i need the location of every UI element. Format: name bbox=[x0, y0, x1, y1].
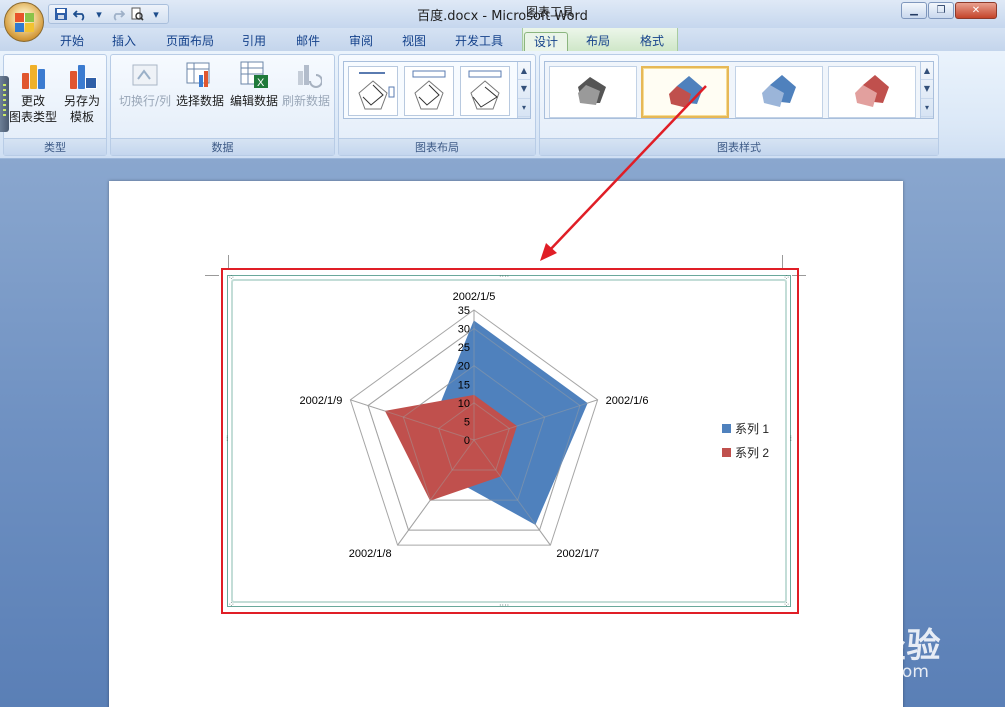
svg-text:X: X bbox=[257, 77, 265, 89]
tab-format[interactable]: 格式 bbox=[632, 32, 672, 51]
chart-layout-group-label: 图表布局 bbox=[339, 138, 535, 155]
chart-style-group-label: 图表样式 bbox=[540, 138, 938, 155]
close-icon[interactable]: ✕ bbox=[955, 2, 997, 19]
tab-home[interactable]: 开始 bbox=[52, 32, 92, 51]
tab-insert[interactable]: 插入 bbox=[104, 32, 144, 51]
style-gallery-more-icon[interactable]: ▾ bbox=[921, 99, 933, 118]
ribbon-tabs: 开始 插入 页面布局 引用 邮件 审阅 视图 开发工具 设计 布局 格式 bbox=[0, 28, 1005, 51]
chart-style-selected[interactable] bbox=[641, 66, 729, 118]
style-gallery-scroll[interactable]: ▲ ▼ ▾ bbox=[920, 62, 933, 118]
tab-mailings[interactable]: 邮件 bbox=[288, 32, 328, 51]
chart-tools-title: 图表工具 bbox=[526, 5, 575, 19]
select-data-button[interactable]: 选择数据 bbox=[173, 59, 227, 109]
save-template-label-1: 另存为 bbox=[63, 94, 100, 108]
chart-style-gallery: ▲ ▼ ▾ bbox=[544, 61, 934, 119]
tab-design[interactable]: 设计 bbox=[524, 32, 568, 51]
save-icon[interactable] bbox=[53, 6, 69, 22]
switch-row-column-label: 切换行/列 bbox=[118, 94, 172, 108]
watermark-brand-cn: 经验 bbox=[871, 626, 942, 666]
refresh-data-icon bbox=[290, 59, 323, 91]
type-group-label: 类型 bbox=[4, 138, 106, 155]
edit-data-button[interactable]: X 编辑数据 bbox=[227, 59, 281, 109]
refresh-data-button[interactable]: 刷新数据 bbox=[279, 59, 333, 109]
title-bar: 百度.docx - Microsoft Word 图表工具 ▾ ▾ ▁ ❐ ✕ bbox=[0, 0, 1005, 28]
gallery-more-icon[interactable]: ▾ bbox=[518, 99, 530, 118]
restore-icon[interactable]: ❐ bbox=[928, 2, 954, 19]
chart-style-gray[interactable] bbox=[549, 66, 637, 118]
save-template-icon bbox=[66, 59, 98, 91]
tab-developer[interactable]: 开发工具 bbox=[446, 32, 512, 51]
sidebar-grip[interactable] bbox=[0, 76, 9, 132]
redo-icon[interactable] bbox=[110, 6, 126, 22]
change-chart-type-button[interactable]: 更改 图表类型 bbox=[8, 59, 58, 125]
change-chart-type-label-2: 图表类型 bbox=[8, 110, 57, 124]
switch-row-column-icon bbox=[129, 59, 161, 91]
undo-icon[interactable] bbox=[72, 6, 88, 22]
scroll-up-icon[interactable]: ▲ bbox=[518, 62, 530, 81]
customize-toolbar-icon[interactable]: ▾ bbox=[148, 6, 164, 22]
data-group-label: 数据 bbox=[111, 138, 334, 155]
edit-data-icon: X bbox=[238, 59, 270, 91]
crop-mark bbox=[205, 275, 219, 276]
select-data-label: 选择数据 bbox=[175, 94, 224, 108]
switch-row-column-button[interactable]: 切换行/列 bbox=[115, 59, 175, 109]
office-logo-icon bbox=[15, 13, 35, 33]
save-as-template-button[interactable]: 另存为 模板 bbox=[58, 59, 106, 125]
refresh-data-label: 刷新数据 bbox=[281, 94, 330, 108]
tab-layout[interactable]: 布局 bbox=[578, 32, 618, 51]
print-preview-icon[interactable] bbox=[129, 6, 145, 22]
office-button[interactable] bbox=[4, 2, 44, 42]
style-scroll-up-icon[interactable]: ▲ bbox=[921, 62, 933, 81]
minimize-icon[interactable]: ▁ bbox=[901, 2, 927, 19]
tab-review[interactable]: 审阅 bbox=[341, 32, 381, 51]
chart-layout-3[interactable] bbox=[460, 66, 510, 116]
save-template-label-2: 模板 bbox=[69, 110, 94, 124]
crop-mark bbox=[228, 255, 229, 269]
chart-highlight-box bbox=[221, 268, 799, 614]
tab-page-layout[interactable]: 页面布局 bbox=[158, 32, 222, 51]
chart-style-blue[interactable] bbox=[735, 66, 823, 118]
chart-layout-group: ▲ ▼ ▾ 图表布局 bbox=[338, 54, 536, 156]
edit-data-label: 编辑数据 bbox=[229, 94, 278, 108]
crop-mark bbox=[782, 255, 783, 269]
data-group: 切换行/列 选择数据 X 编辑数据 刷新数据 数据 bbox=[110, 54, 335, 156]
quick-access-toolbar: ▾ ▾ bbox=[48, 4, 169, 24]
chart-style-red[interactable] bbox=[828, 66, 916, 118]
chart-style-group: ▲ ▼ ▾ 图表样式 bbox=[539, 54, 939, 156]
watermark-brand: Bai bbox=[772, 626, 836, 666]
chart-layout-1[interactable] bbox=[348, 66, 398, 116]
ribbon: 更改 图表类型 另存为 模板 类型 切换行/列 选择数据 X 编辑数据 刷新数据… bbox=[0, 51, 1005, 159]
type-group: 更改 图表类型 另存为 模板 类型 bbox=[3, 54, 107, 156]
scroll-down-icon[interactable]: ▼ bbox=[518, 80, 530, 99]
change-chart-type-label-1: 更改 bbox=[20, 94, 45, 108]
chart-layout-2[interactable] bbox=[404, 66, 454, 116]
chart-type-icon bbox=[17, 59, 49, 91]
style-scroll-down-icon[interactable]: ▼ bbox=[921, 80, 933, 99]
select-data-icon bbox=[184, 59, 216, 91]
watermark-url: jingyan.baidu.com bbox=[772, 662, 929, 682]
baidu-watermark: Bai 经验 jingyan.baidu.com bbox=[770, 600, 1000, 690]
layout-gallery-scroll[interactable]: ▲ ▼ ▾ bbox=[517, 62, 530, 118]
tab-references[interactable]: 引用 bbox=[234, 32, 274, 51]
chart-layout-gallery: ▲ ▼ ▾ bbox=[343, 61, 531, 119]
tab-view[interactable]: 视图 bbox=[394, 32, 434, 51]
undo-dropdown-icon[interactable]: ▾ bbox=[91, 6, 107, 22]
